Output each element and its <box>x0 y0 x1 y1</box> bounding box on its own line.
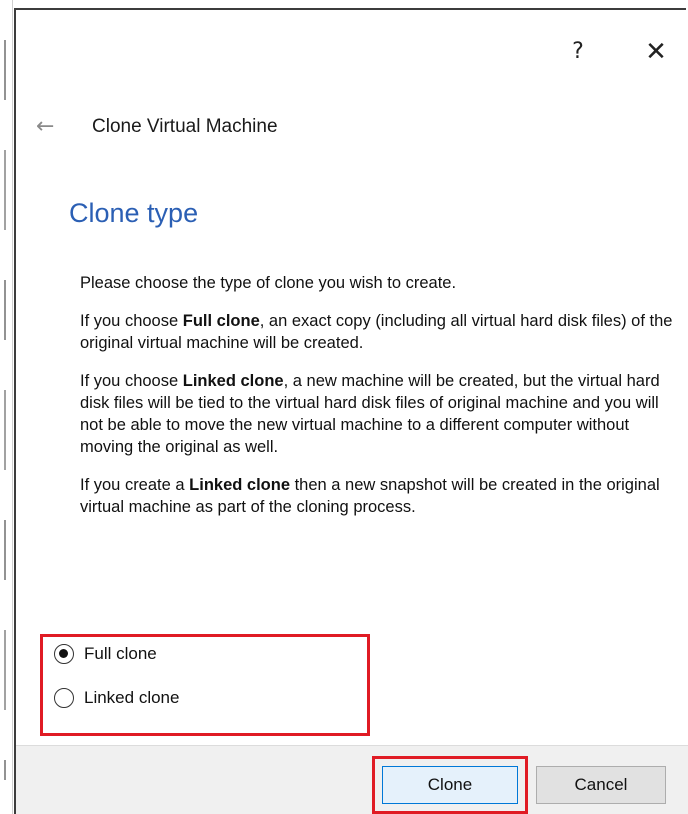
linked-clone-radio[interactable] <box>54 688 74 708</box>
full-clone-option[interactable]: Full clone <box>54 644 157 664</box>
clone-vm-dialog: ? ✕ ← Clone Virtual Machine Clone type P… <box>14 8 688 814</box>
cancel-button[interactable]: Cancel <box>536 766 666 804</box>
clone-button[interactable]: Clone <box>382 766 518 804</box>
intro-paragraph: Please choose the type of clone you wish… <box>80 274 457 292</box>
help-icon[interactable]: ? <box>566 40 590 64</box>
close-icon[interactable]: ✕ <box>644 39 668 65</box>
back-arrow-icon[interactable]: ← <box>36 114 62 139</box>
full-clone-label: Full clone <box>84 644 157 663</box>
text-span: If you create a <box>80 476 190 494</box>
title-bar-controls: ? ✕ <box>566 39 668 65</box>
description-text: Please choose the type of clone you wish… <box>80 272 680 534</box>
bold-term: Linked clone <box>182 372 284 390</box>
text-span: If you choose <box>80 312 183 330</box>
snapshot-paragraph: If you create a Linked clone then a new … <box>80 474 680 518</box>
window-title: Clone Virtual Machine <box>92 115 278 137</box>
bold-term: Linked clone <box>189 476 291 494</box>
dialog-header: ← Clone Virtual Machine <box>36 114 278 139</box>
button-bar: Clone Cancel <box>16 745 688 814</box>
background-window-edge <box>0 0 13 814</box>
full-clone-radio[interactable] <box>54 644 74 664</box>
bold-term: Full clone <box>182 312 260 330</box>
text-span: If you choose <box>80 372 183 390</box>
linked-clone-option[interactable]: Linked clone <box>54 688 179 708</box>
page-heading: Clone type <box>69 198 199 228</box>
linked-clone-label: Linked clone <box>84 688 180 707</box>
full-clone-paragraph: If you choose Full clone, an exact copy … <box>80 310 680 354</box>
linked-clone-paragraph: If you choose Linked clone, a new machin… <box>80 370 680 458</box>
